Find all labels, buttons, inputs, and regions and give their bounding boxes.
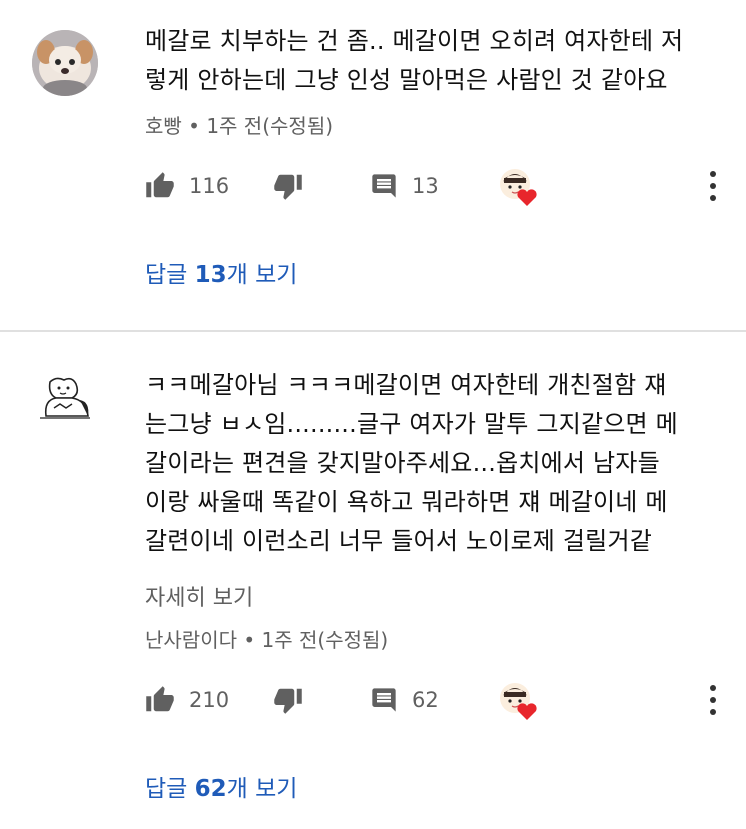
reply-count: 62 [412,688,439,712]
action-bar: 210 62 [145,680,735,720]
creator-heart-icon [500,683,537,720]
dog-photo-avatar-icon [32,30,98,96]
view-replies-prefix: 답글 [145,262,195,288]
thumbs-down-icon [274,174,302,200]
more-options-button[interactable] [705,168,721,204]
creator-heart-badge [497,680,539,722]
comment-text: 메갈로 치부하는 건 좀.. 메갈이면 오히려 여자한테 저 렇게 안하는데 그… [145,27,684,94]
meta-separator: • [181,114,207,138]
view-replies-suffix: 개 보기 [226,776,298,802]
like-button[interactable]: 210 [145,680,229,720]
author-name[interactable]: 난사람이다 [145,628,237,652]
kebab-menu-icon [710,171,716,201]
author-avatar[interactable] [32,372,98,438]
creator-heart-badge [497,166,539,208]
view-replies-count: 13 [194,262,227,288]
comment-icon [372,174,396,198]
meta-separator: • [237,628,262,652]
comment-meta: 호빵 • 1주 전(수정됨) [145,110,333,139]
view-replies-link[interactable]: 답글 13개 보기 [145,255,297,289]
view-replies-link[interactable]: 답글 62개 보기 [145,769,297,803]
like-button[interactable]: 116 [145,166,229,206]
reply-button[interactable]: 62 [370,680,439,720]
comment-text: ㅋㅋ메갈아님 ㅋㅋㅋ메갈이면 여자한테 개친절함 쟤 는그냥 ㅂㅅ임......… [145,371,678,555]
cartoon-drawing-avatar-icon [32,372,98,438]
like-count: 210 [189,688,230,712]
action-bar: 116 13 [145,166,735,206]
reply-count: 13 [412,174,439,198]
thumbs-down-icon [274,688,302,714]
timestamp: 1주 전(수정됨) [261,628,389,652]
view-replies-prefix: 답글 [145,776,195,802]
dislike-button[interactable] [273,680,303,720]
dislike-button[interactable] [273,166,303,206]
thumbs-up-icon [146,686,174,712]
creator-heart-icon [500,169,537,206]
timestamp: 1주 전(수정됨) [206,114,334,138]
reply-button[interactable]: 13 [370,166,439,206]
author-avatar[interactable] [32,30,98,96]
view-replies-suffix: 개 보기 [226,262,298,288]
comment-1: 메갈로 치부하는 건 좀.. 메갈이면 오히려 여자한테 저 렇게 안하는데 그… [0,0,746,330]
comment-meta: 난사람이다 • 1주 전(수정됨) [145,624,388,653]
author-name[interactable]: 호빵 [145,114,182,138]
kebab-menu-icon [710,685,716,715]
comment-2: ㅋㅋ메갈아님 ㅋㅋㅋ메갈이면 여자한테 개친절함 쟤 는그냥 ㅂㅅ임......… [0,332,746,829]
like-count: 116 [189,174,230,198]
read-more-link[interactable]: 자세히 보기 [145,580,253,612]
view-replies-count: 62 [194,776,227,802]
comment-icon [372,688,396,712]
thumbs-up-icon [146,172,174,198]
more-options-button[interactable] [705,682,721,718]
